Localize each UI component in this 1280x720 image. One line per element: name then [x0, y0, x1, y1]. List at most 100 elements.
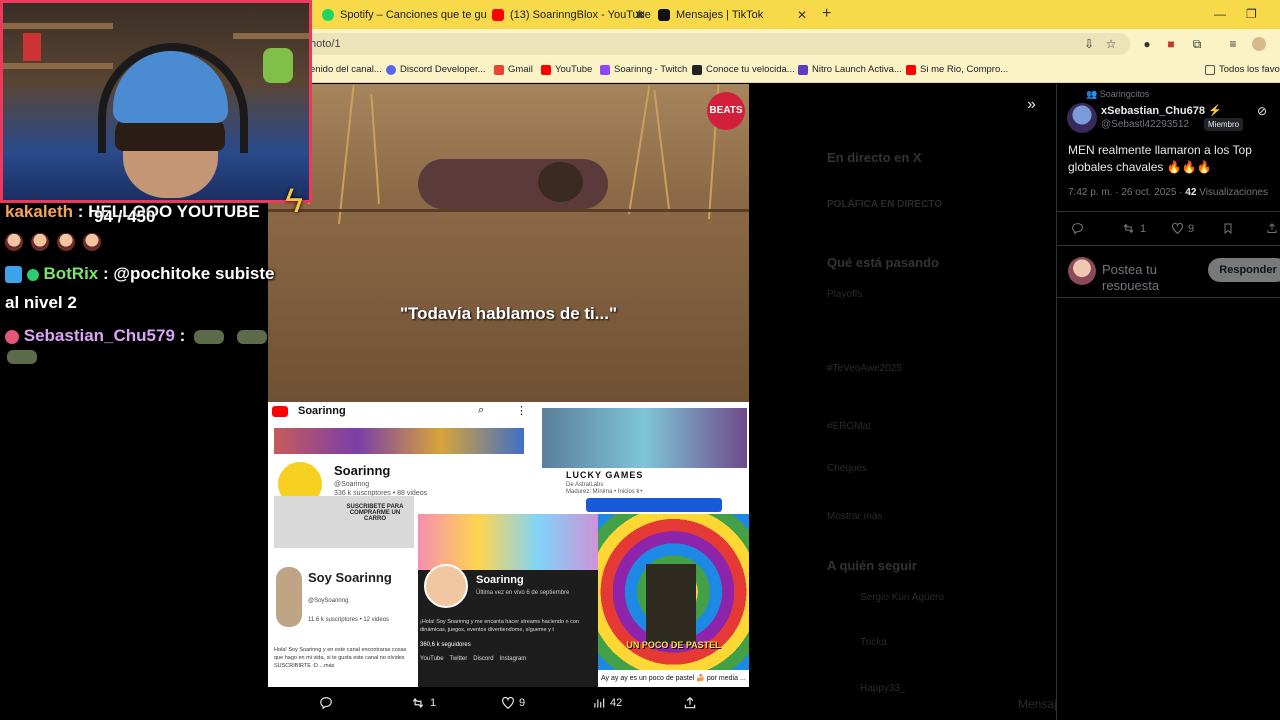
tweet-bookmark-action[interactable] — [1222, 222, 1238, 235]
search-icon[interactable]: ⌕ — [478, 404, 484, 417]
grok-icon[interactable]: ⊘ — [1257, 104, 1267, 118]
tweet-retweet-action[interactable]: 1 — [1121, 222, 1146, 235]
discord-link: Discord — [473, 656, 494, 662]
folder-icon — [1205, 64, 1215, 75]
like-action[interactable]: 9 — [501, 696, 525, 710]
chat-username: Sebastian_Chu579 — [23, 326, 175, 345]
author-handle[interactable]: @Sebastl42293512 — [1101, 119, 1189, 130]
tweet-views-label: Visualizaciones — [1196, 187, 1268, 198]
twitch-followers: 360,6 k seguidores — [420, 642, 471, 648]
chat-message: Sebastian_Chu579 : — [5, 326, 267, 346]
discord-icon — [386, 64, 396, 75]
community-icon: 👥 — [1086, 89, 1100, 99]
media-control-icon[interactable]: ≡ — [1226, 37, 1240, 51]
twitch-avatar — [424, 564, 468, 608]
bookmark-item[interactable]: Nitro Launch Activa... — [798, 64, 902, 75]
url-field[interactable]: hoto/1 — [300, 33, 1130, 55]
pdf-extension-icon[interactable]: ■ — [1164, 37, 1178, 51]
bookmark-item[interactable]: Conoce tu velocida... — [692, 64, 795, 75]
youtube-icon — [272, 406, 288, 417]
extension-icon[interactable]: ● — [1140, 37, 1154, 51]
bookmark-label: enido del canal... — [310, 64, 382, 75]
emote-icon — [194, 329, 225, 344]
views-count: 42 — [610, 697, 623, 709]
twitch-icon — [600, 64, 610, 75]
tab-label: (13) SoarinngBlox - YouTube — [510, 8, 651, 21]
follower-counter: 94 / 450 — [94, 207, 156, 226]
follow-suggestion: Sergio Kun Agüero — [860, 592, 944, 603]
bookmark-item[interactable]: Soarinng - Twitch — [600, 64, 687, 75]
maximize-icon[interactable]: ❐ — [1246, 7, 1257, 21]
youtube-icon — [906, 64, 916, 75]
emote-icon — [5, 233, 23, 251]
tab-youtube[interactable]: (13) SoarinngBlox - YouTube ✕ — [492, 4, 652, 25]
alt-channel-stats: 11.6 k suscriptores • 12 videos — [308, 617, 390, 623]
show-more-link[interactable]: Mostrar más — [827, 511, 883, 522]
trend-item: Playoffs — [827, 289, 863, 300]
lucky-sub: De AstralLabs — [566, 482, 604, 488]
play-button — [586, 498, 722, 512]
follow-suggestion: Tricka — [860, 637, 887, 648]
tweet-like-action[interactable]: 9 — [1171, 222, 1194, 235]
tab-tiktok[interactable]: Mensajes | TikTok ✕ — [658, 4, 813, 25]
chat-text: : @pochitoke subiste — [102, 264, 275, 283]
lucky-meta: Madurez: Mínima • Inicios k+ — [566, 489, 643, 495]
reply-input[interactable]: Postea tu respuesta — [1102, 262, 1202, 290]
views-action[interactable]: 42 — [592, 696, 622, 710]
character-figure — [646, 564, 696, 644]
trends-heading: Qué está pasando — [827, 255, 939, 270]
divider — [1056, 297, 1280, 298]
spotify-icon — [322, 8, 334, 21]
all-bookmarks[interactable]: Todos los favori — [1205, 64, 1280, 75]
media-viewer[interactable]: BEATS "Todavía hablamos de ti..." Soarin… — [268, 84, 749, 687]
close-tab-icon[interactable]: ✕ — [797, 8, 807, 22]
divider — [1056, 245, 1280, 246]
puzzle-icon[interactable]: ⧉ — [1190, 37, 1204, 51]
more-icon[interactable]: ⋮ — [516, 404, 527, 417]
chat-message: BotRix : @pochitoke subiste — [5, 264, 274, 284]
profile-avatar[interactable] — [1252, 37, 1266, 51]
bookmark-item[interactable]: YouTube — [541, 64, 592, 75]
twitch-last-live: Última vez en vivo 6 de septiembre — [476, 590, 570, 596]
reply-submit-button[interactable]: Responder — [1208, 258, 1280, 282]
close-tab-icon[interactable]: ✕ — [634, 8, 644, 22]
new-tab-button[interactable]: + — [822, 5, 831, 23]
expand-panel-icon[interactable]: » — [1027, 96, 1036, 114]
bookmark-label: Si me Rio, Compro... — [920, 64, 1009, 75]
retweet-count: 1 — [430, 697, 437, 709]
author-name[interactable]: xSebastian_Chu678 ⚡ — [1101, 104, 1222, 117]
channel-photo — [276, 567, 302, 627]
install-icon[interactable]: ⇩ — [1082, 37, 1096, 51]
emote-icon — [31, 233, 49, 251]
bookmark-item[interactable]: Si me Rio, Compro... — [906, 64, 1008, 75]
tweet-text: MEN realmente llamaron a los Top globale… — [1068, 143, 1252, 174]
share-icon — [1267, 223, 1277, 233]
lucky-banner — [542, 408, 747, 468]
retweet-action[interactable]: 1 — [410, 696, 436, 710]
trend-item: #EROMat — [827, 421, 871, 432]
bookmark-item[interactable]: Discord Developer... — [386, 64, 486, 75]
reply-action[interactable] — [319, 696, 337, 710]
twitch-name: Soarinng — [476, 574, 524, 586]
tab-spotify[interactable]: Spotify – Canciones que te gust — [322, 4, 487, 25]
rainbow-title: UN POCO DE PASTEL — [626, 640, 721, 650]
bookmark-item[interactable]: Gmail — [494, 64, 533, 75]
divider — [1056, 211, 1280, 212]
tweet-share-action[interactable] — [1266, 222, 1280, 235]
author-avatar[interactable] — [1067, 103, 1097, 133]
trend-item: Cheques — [827, 463, 868, 474]
minimize-icon[interactable]: — — [1214, 7, 1226, 21]
lucky-title: LUCKY GAMES — [566, 470, 644, 480]
tweet-detail-panel — [1056, 84, 1280, 720]
bookmark-item[interactable]: enido del canal... — [310, 64, 382, 75]
tweet-reply-action[interactable] — [1071, 222, 1088, 235]
url-text: hoto/1 — [310, 38, 341, 50]
chat-text: : — [179, 326, 186, 345]
retweet-icon — [1123, 223, 1134, 234]
retweet-count: 1 — [1140, 222, 1147, 235]
alt-channel-name: Soy Soarinng — [308, 570, 392, 585]
verified-icon — [26, 268, 39, 281]
bookmark-star-icon[interactable]: ☆ — [1104, 37, 1118, 51]
emote-icon — [7, 350, 37, 364]
share-action[interactable] — [683, 696, 701, 710]
